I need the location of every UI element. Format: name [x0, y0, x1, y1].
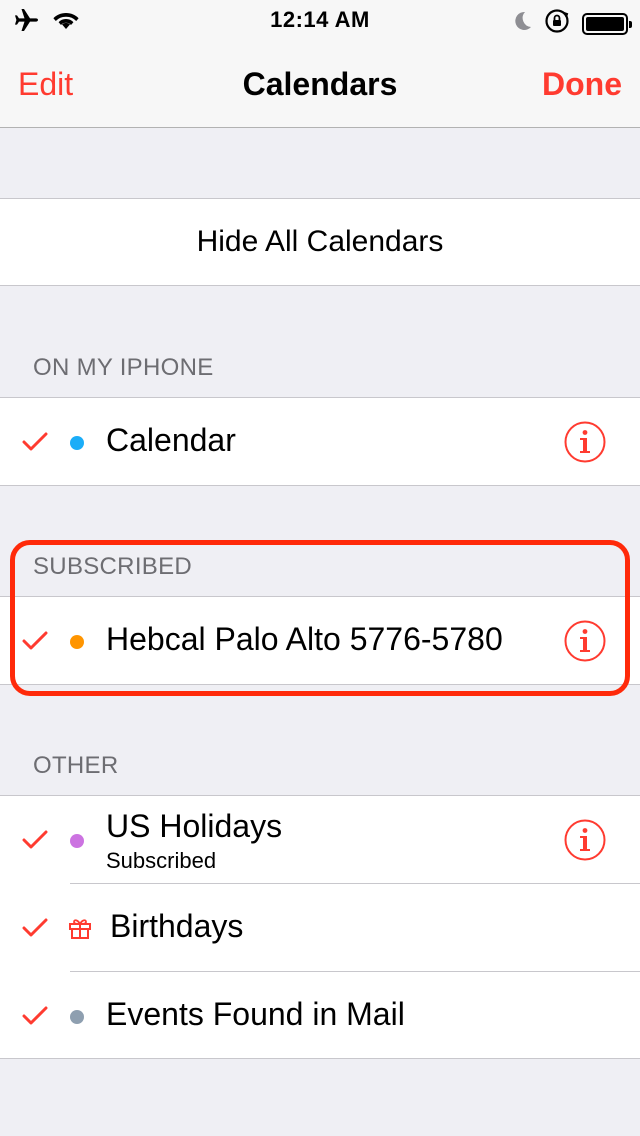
info-icon[interactable]	[563, 619, 607, 663]
section-header-other: OTHER	[33, 752, 119, 779]
calendar-row-birthdays[interactable]: Birthdays	[0, 884, 640, 972]
info-icon[interactable]	[563, 818, 607, 862]
section-header-on-my-iphone: ON MY IPHONE	[33, 354, 214, 381]
calendar-row-events-found-in-mail[interactable]: Events Found in Mail	[0, 972, 640, 1060]
calendar-color-dot	[70, 635, 84, 649]
navigation-bar: Edit Calendars Done	[0, 40, 640, 128]
section-subscribed: Hebcal Palo Alto 5776-5780	[0, 596, 640, 685]
calendar-subtitle: Subscribed	[106, 848, 217, 873]
calendar-row-us-holidays[interactable]: US Holidays Subscribed	[0, 796, 640, 884]
section-header-subscribed: SUBSCRIBED	[33, 553, 193, 580]
calendar-name: US Holidays	[106, 808, 283, 844]
section-other: US Holidays Subscribed Birthdays Events …	[0, 795, 640, 1059]
status-bar: 12:14 AM	[0, 0, 640, 40]
rotation-lock-icon	[544, 8, 570, 39]
section-on-my-iphone: Calendar	[0, 397, 640, 486]
checkmark-icon	[22, 631, 48, 656]
edit-button[interactable]: Edit	[18, 66, 73, 103]
gift-icon	[68, 916, 92, 945]
checkmark-icon	[22, 918, 48, 943]
hide-all-calendars-button[interactable]: Hide All Calendars	[0, 198, 640, 286]
checkmark-icon	[22, 1006, 48, 1031]
calendar-color-dot	[70, 436, 84, 450]
done-button[interactable]: Done	[542, 66, 622, 103]
calendar-row-calendar[interactable]: Calendar	[0, 398, 640, 486]
checkmark-icon	[22, 432, 48, 457]
checkmark-icon	[22, 830, 48, 855]
battery-icon	[582, 12, 632, 35]
calendar-name: Calendar	[106, 422, 236, 458]
hide-all-calendars-label: Hide All Calendars	[196, 225, 444, 258]
calendar-color-dot	[70, 834, 84, 848]
calendar-name: Events Found in Mail	[106, 996, 405, 1032]
calendar-row-hebcal[interactable]: Hebcal Palo Alto 5776-5780	[0, 597, 640, 685]
calendar-name: Hebcal Palo Alto 5776-5780	[106, 621, 503, 657]
info-icon[interactable]	[563, 420, 607, 464]
calendar-name: Birthdays	[110, 908, 244, 944]
calendar-color-dot	[70, 1010, 84, 1024]
moon-icon	[512, 10, 532, 37]
